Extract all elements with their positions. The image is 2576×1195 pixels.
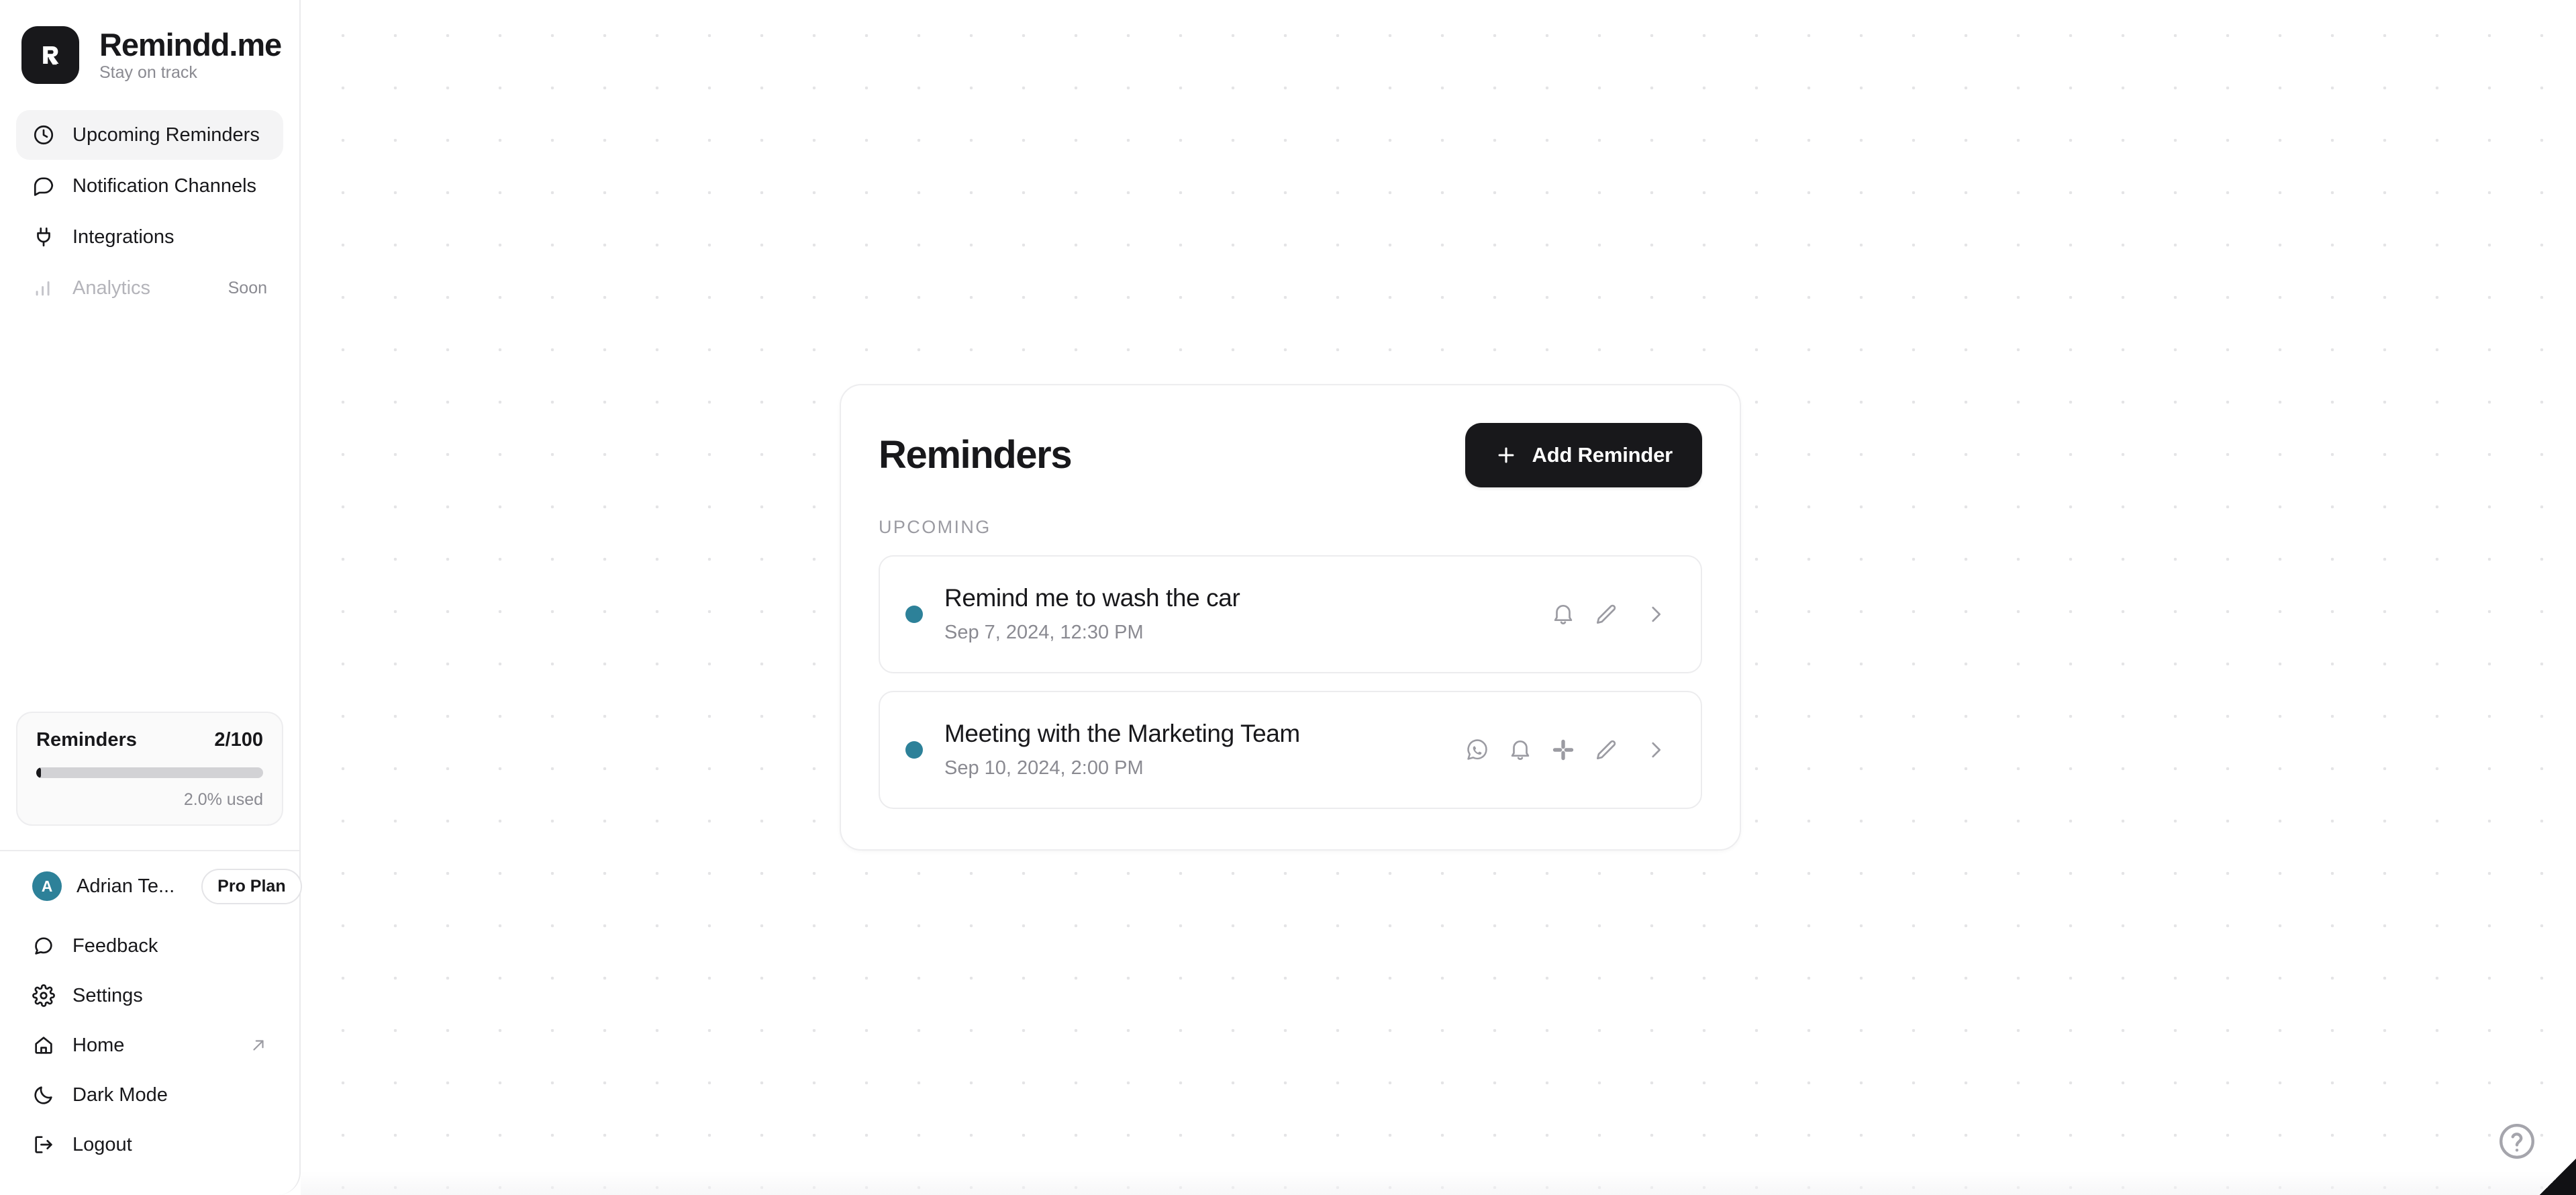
slack-icon[interactable] bbox=[1549, 736, 1577, 764]
chevron-right-icon[interactable] bbox=[1642, 600, 1670, 628]
brand-text: Remindd.me Stay on track bbox=[99, 27, 282, 82]
status-dot bbox=[905, 606, 923, 623]
sidebar-item-analytics: Analytics Soon bbox=[16, 263, 283, 313]
main-content: Reminders Add Reminder UPCOMING Remind m… bbox=[301, 0, 2576, 1195]
reminder-list: Remind me to wash the car Sep 7, 2024, 1… bbox=[879, 555, 1702, 809]
sidebar: Remindd.me Stay on track Upcoming Remind… bbox=[0, 0, 302, 1195]
reminder-time: Sep 7, 2024, 12:30 PM bbox=[944, 622, 1144, 644]
usage-card: Reminders 2/100 2.0% used bbox=[16, 712, 283, 826]
secondary-nav: Feedback Settings Home Dark Mode Logout bbox=[0, 921, 299, 1195]
brand-tagline: Stay on track bbox=[99, 63, 197, 82]
usage-count: 2/100 bbox=[214, 729, 263, 751]
reminder-title: Remind me to wash the car bbox=[944, 584, 1240, 612]
table-row[interactable]: Remind me to wash the car Sep 7, 2024, 1… bbox=[879, 555, 1702, 673]
app-root: Remindd.me Stay on track Upcoming Remind… bbox=[0, 0, 2576, 1195]
plus-icon bbox=[1495, 444, 1518, 467]
card-header: Reminders Add Reminder bbox=[879, 423, 1702, 487]
section-label-upcoming: UPCOMING bbox=[879, 517, 991, 537]
usage-percent-label: 2.0% used bbox=[183, 790, 263, 809]
add-reminder-button[interactable]: Add Reminder bbox=[1465, 423, 1702, 487]
gear-icon bbox=[32, 984, 55, 1007]
usage-header: Reminders 2/100 bbox=[36, 730, 263, 750]
reminder-info: Remind me to wash the car Sep 7, 2024, 1… bbox=[944, 584, 1240, 644]
message-circle-icon bbox=[32, 935, 55, 957]
moon-icon bbox=[32, 1084, 55, 1106]
analytics-soon-badge: Soon bbox=[228, 278, 267, 297]
sidebar-item-label: Integrations bbox=[72, 226, 175, 248]
pencil-icon[interactable] bbox=[1592, 736, 1620, 764]
sidebar-item-integrations[interactable]: Integrations bbox=[16, 212, 283, 262]
reminder-info: Meeting with the Marketing Team Sep 10, … bbox=[944, 720, 1300, 779]
sidebar-item-settings[interactable]: Settings bbox=[16, 971, 283, 1020]
clock-icon bbox=[32, 124, 55, 146]
bar-chart-icon bbox=[32, 277, 55, 299]
chevron-right-icon[interactable] bbox=[1642, 736, 1670, 764]
plan-badge[interactable]: Pro Plan bbox=[201, 868, 302, 904]
usage-title: Reminders bbox=[36, 729, 137, 751]
sidebar-item-dark-mode[interactable]: Dark Mode bbox=[16, 1070, 283, 1120]
reminder-title: Meeting with the Marketing Team bbox=[944, 720, 1300, 748]
help-button[interactable] bbox=[2495, 1120, 2538, 1163]
logo-r-mark bbox=[21, 26, 79, 84]
bottom-fade bbox=[301, 1171, 2576, 1195]
bell-icon[interactable] bbox=[1506, 736, 1534, 764]
sidebar-item-logout[interactable]: Logout bbox=[16, 1120, 283, 1169]
reminder-actions bbox=[1549, 600, 1670, 628]
brand[interactable]: Remindd.me Stay on track bbox=[0, 0, 299, 91]
sidebar-item-notification-channels[interactable]: Notification Channels bbox=[16, 161, 283, 211]
account-name: Adrian Te... bbox=[77, 875, 175, 897]
sidebar-item-label: Dark Mode bbox=[72, 1084, 168, 1106]
external-link-icon bbox=[250, 1037, 267, 1054]
usage-progress-fill bbox=[36, 767, 41, 778]
usage-progress-track bbox=[36, 767, 263, 778]
sidebar-item-label: Settings bbox=[72, 984, 143, 1006]
logout-icon bbox=[32, 1133, 55, 1156]
avatar: A bbox=[32, 871, 62, 901]
status-dot bbox=[905, 741, 923, 759]
add-reminder-label: Add Reminder bbox=[1532, 443, 1673, 467]
bell-icon[interactable] bbox=[1549, 600, 1577, 628]
account-row[interactable]: A Adrian Te... Pro Plan bbox=[0, 851, 302, 921]
reminder-actions bbox=[1463, 736, 1670, 764]
home-icon bbox=[32, 1034, 55, 1057]
sidebar-item-label: Analytics bbox=[72, 277, 151, 299]
page-title: Reminders bbox=[879, 433, 1073, 477]
sidebar-item-upcoming-reminders[interactable]: Upcoming Reminders bbox=[16, 110, 283, 160]
primary-nav: Upcoming Reminders Notification Channels… bbox=[0, 91, 299, 313]
sidebar-item-label: Notification Channels bbox=[72, 175, 257, 197]
brand-name: Remindd.me bbox=[99, 27, 282, 62]
whatsapp-icon[interactable] bbox=[1463, 736, 1491, 764]
sidebar-item-label: Feedback bbox=[72, 935, 158, 957]
sidebar-item-label: Upcoming Reminders bbox=[72, 124, 260, 146]
reminder-time: Sep 10, 2024, 2:00 PM bbox=[944, 757, 1144, 779]
reminders-card: Reminders Add Reminder UPCOMING Remind m… bbox=[840, 384, 1741, 851]
sidebar-item-feedback[interactable]: Feedback bbox=[16, 921, 283, 971]
sidebar-item-home[interactable]: Home bbox=[16, 1020, 283, 1070]
sidebar-item-label: Home bbox=[72, 1034, 125, 1056]
message-square-icon bbox=[32, 175, 55, 197]
plug-icon bbox=[32, 226, 55, 248]
table-row[interactable]: Meeting with the Marketing Team Sep 10, … bbox=[879, 691, 1702, 809]
corner-fold bbox=[2540, 1159, 2576, 1195]
sidebar-item-label: Logout bbox=[72, 1133, 132, 1155]
pencil-icon[interactable] bbox=[1592, 600, 1620, 628]
